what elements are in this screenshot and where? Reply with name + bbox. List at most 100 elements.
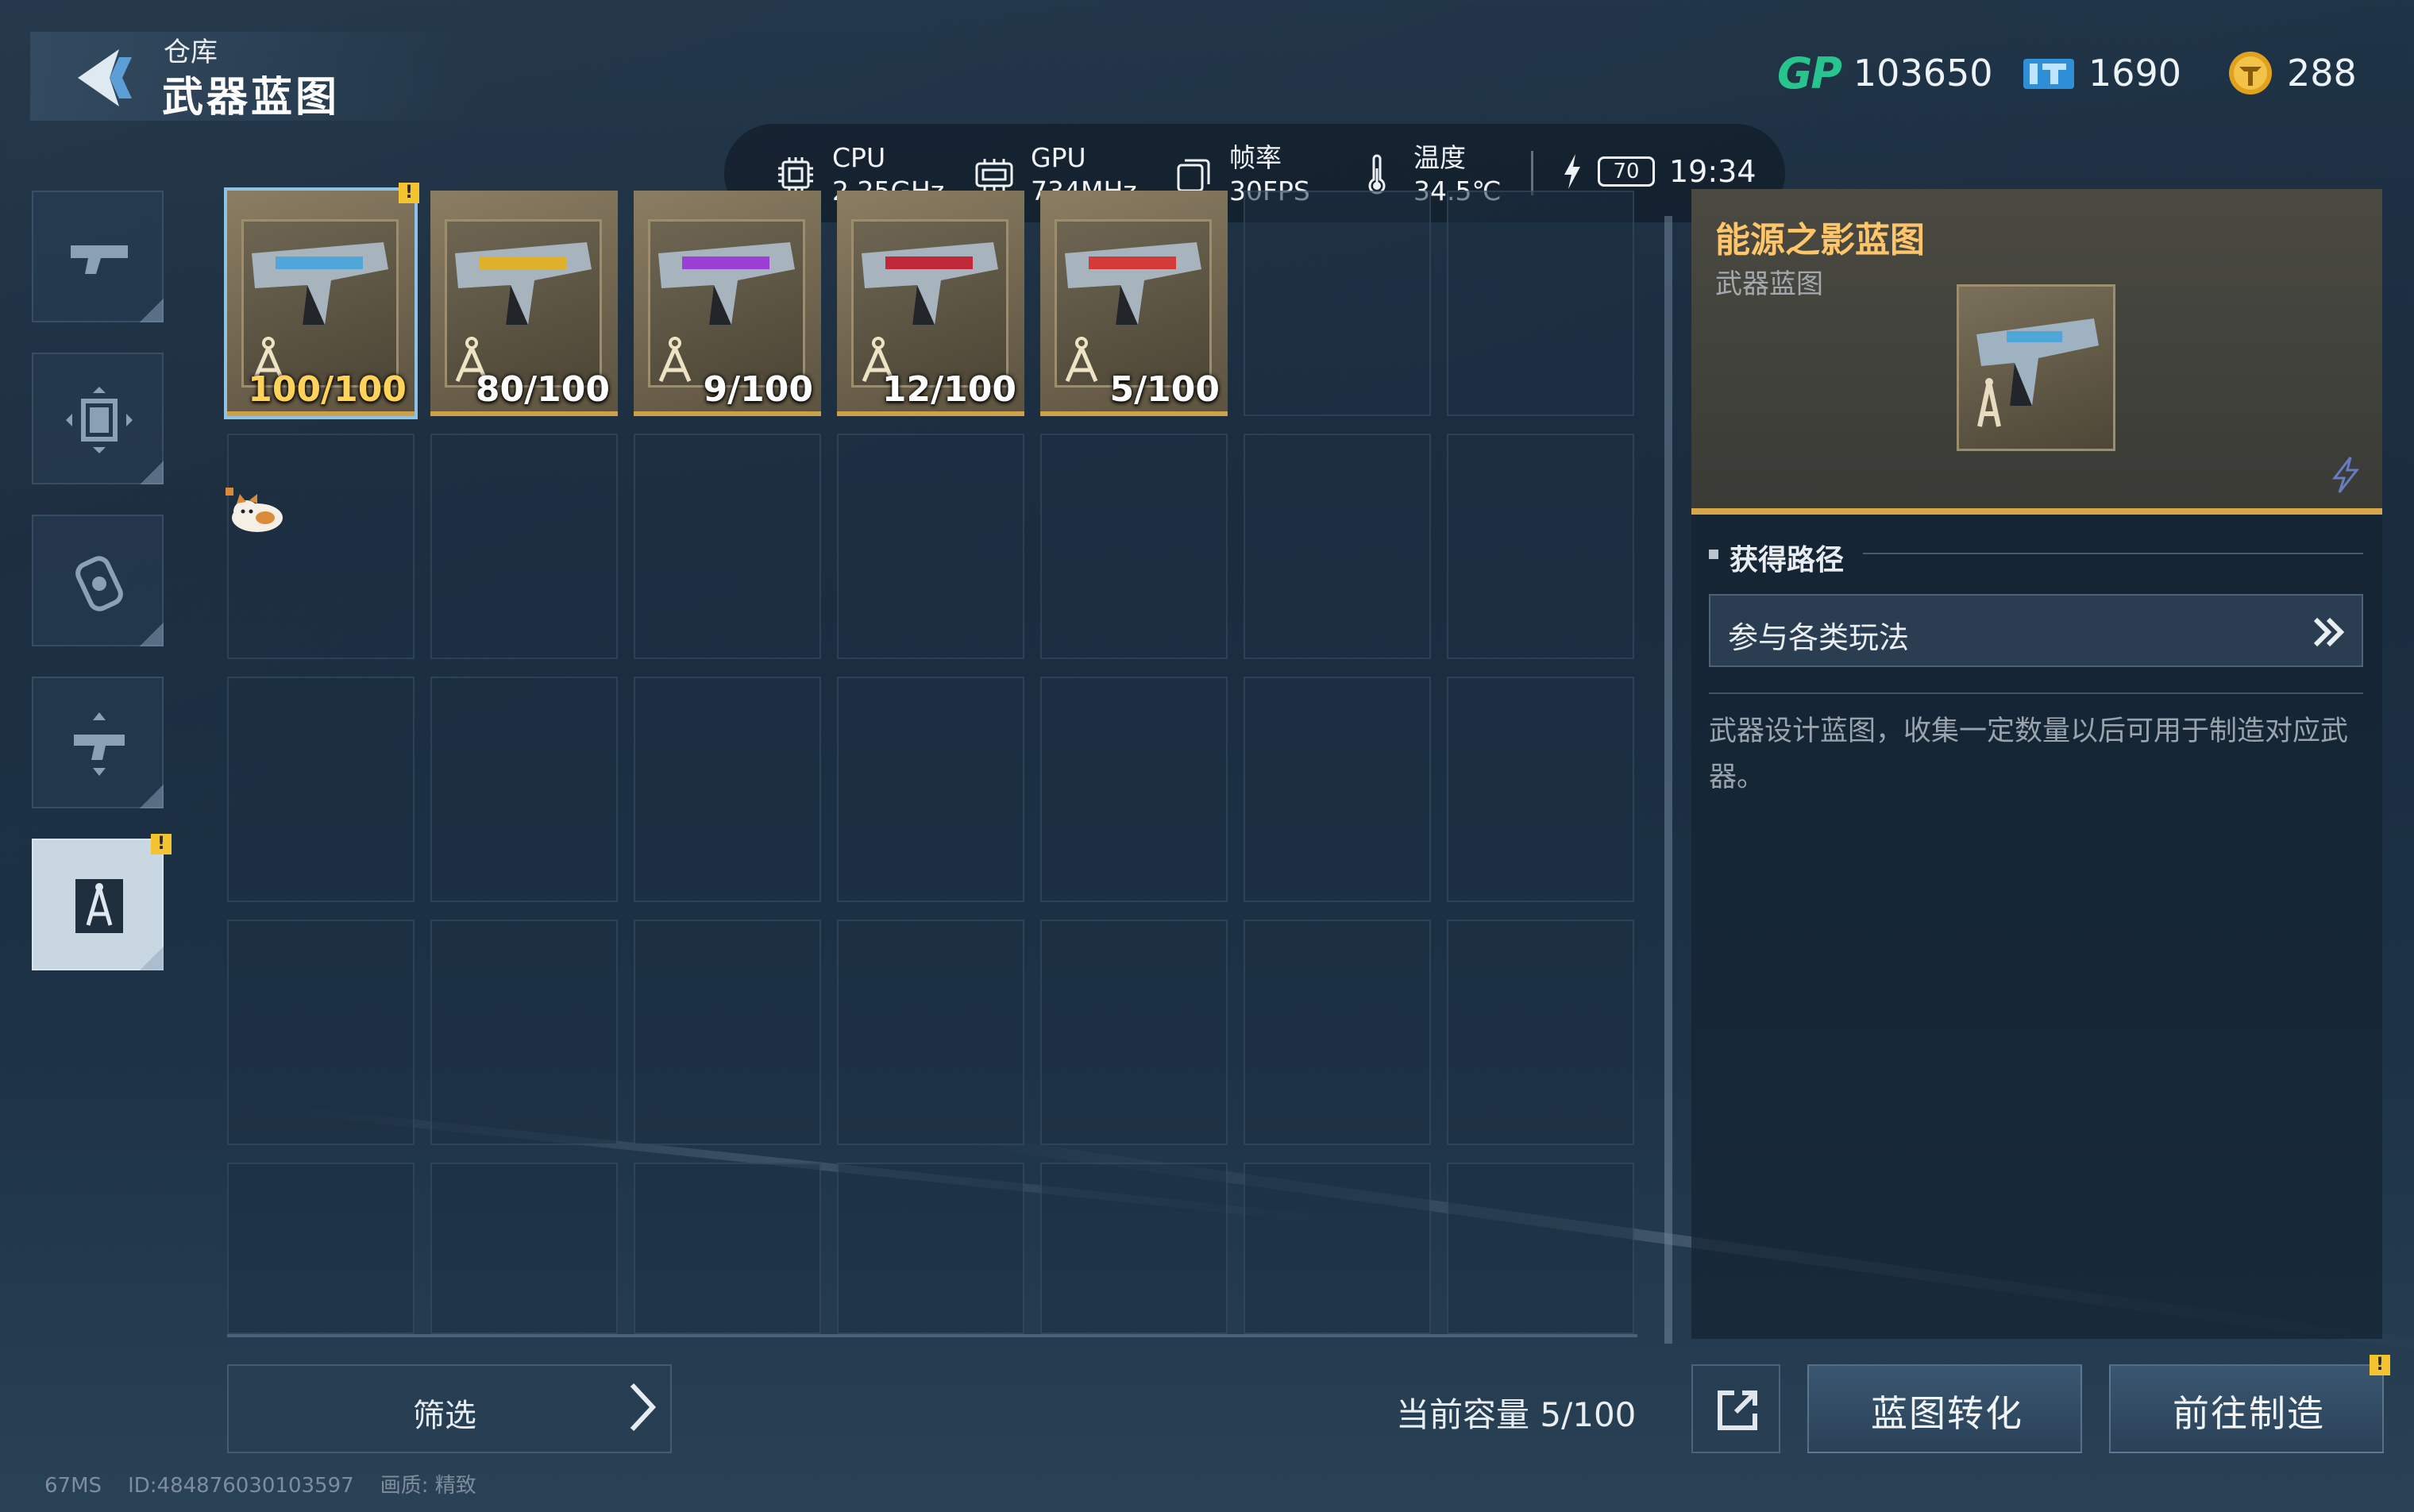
obtain-route-label: 参与各类玩法	[1728, 620, 1910, 655]
currency-ticket: 1690	[2022, 49, 2181, 97]
energy-pistol-icon	[1976, 318, 2099, 427]
blueprint-item[interactable]: 100/100!	[224, 183, 419, 419]
empty-slot	[1447, 191, 1634, 416]
empty-slot	[1447, 1163, 1634, 1334]
empty-slot	[227, 920, 415, 1145]
item-alert-badge: !	[399, 183, 419, 203]
empty-slot	[1244, 1163, 1431, 1334]
ticket-value: 1690	[2088, 52, 2182, 94]
debug-footer: 67MS ID:484876030103597 画质: 精致	[44, 1469, 476, 1498]
craft-alert-badge: !	[2370, 1355, 2390, 1375]
tab-alert-badge: !	[151, 834, 172, 854]
blueprint-compass-icon	[1065, 337, 1098, 382]
weapon-mod-icon	[74, 712, 125, 776]
empty-slot	[1447, 920, 1634, 1145]
description-divider	[1709, 692, 2363, 694]
gp-icon: GP	[1777, 48, 1842, 98]
blueprint-item[interactable]: 80/100	[430, 191, 618, 416]
cpu-label: CPU	[832, 142, 886, 173]
rarity-bar	[1040, 411, 1228, 416]
empty-slot	[634, 920, 821, 1145]
obtain-section-title: 获得路径	[1730, 544, 1845, 577]
empty-slot	[430, 1163, 618, 1334]
empty-slot	[1040, 434, 1228, 659]
item-count: 12/100	[881, 369, 1016, 410]
empty-slot	[1447, 677, 1634, 902]
grid-scrollbar[interactable]	[1664, 216, 1672, 1344]
double-chevron-icon	[2313, 617, 2345, 647]
rarity-bar	[837, 411, 1024, 416]
quality-setting: 画质: 精致	[380, 1474, 476, 1498]
back-arrow-icon[interactable]	[64, 41, 135, 113]
blueprint-compass-icon	[658, 337, 692, 382]
blueprint-item[interactable]: 9/100	[634, 191, 821, 416]
coin-value: 288	[2287, 52, 2357, 94]
chevron-right-icon	[630, 1383, 657, 1432]
player-id: ID:484876030103597	[128, 1474, 354, 1498]
cat-pet-icon	[226, 488, 283, 532]
item-count: 9/100	[703, 369, 813, 410]
rarity-bar	[227, 411, 415, 416]
rarity-bar	[430, 411, 618, 416]
empty-slot	[837, 434, 1024, 659]
capacity-text: 当前容量 5/100	[1396, 1395, 1637, 1434]
empty-slot	[1244, 920, 1431, 1145]
item-preview	[1957, 284, 2115, 451]
empty-slot	[1040, 1163, 1228, 1334]
perf-divider	[1531, 151, 1533, 195]
blueprint-item[interactable]: 5/100	[1040, 191, 1228, 416]
temp-label: 温度	[1413, 142, 1466, 173]
empty-slot	[227, 1163, 415, 1334]
tab-frames[interactable]	[32, 353, 164, 484]
currency-gp: GP 103650	[1777, 48, 1993, 98]
empty-slot	[1244, 191, 1431, 416]
item-description: 武器设计蓝图，收集一定数量以后可用于制造对应武器。	[1709, 716, 2349, 793]
pistol-icon	[71, 245, 128, 274]
tab-blueprints[interactable]: !	[32, 834, 172, 970]
tab-grenades[interactable]	[32, 515, 164, 646]
empty-slot	[430, 677, 618, 902]
empty-slot	[634, 434, 821, 659]
section-bullet	[1709, 550, 1718, 559]
export-icon	[1718, 1390, 1757, 1430]
empty-slot	[1040, 677, 1228, 902]
item-type: 武器蓝图	[1715, 268, 1823, 300]
tab-weapon-mods[interactable]	[32, 677, 164, 808]
page-title: 武器蓝图	[162, 74, 341, 122]
empty-slot	[430, 920, 618, 1145]
share-button[interactable]	[1691, 1364, 1780, 1453]
empty-slot	[1040, 920, 1228, 1145]
blueprint-icon	[75, 879, 123, 933]
battery-icon: 70	[1598, 156, 1655, 187]
rarity-bar	[634, 411, 821, 416]
currency-coin: 288	[2227, 49, 2357, 97]
latency: 67MS	[44, 1474, 102, 1498]
fps-label: 帧率	[1229, 142, 1282, 173]
empty-slot	[1244, 434, 1431, 659]
empty-slot	[837, 920, 1024, 1145]
filter-label: 筛选	[413, 1398, 476, 1434]
perf-battery-time: 70 19:34	[1561, 152, 1757, 191]
grenade-icon	[75, 556, 123, 611]
tab-pistols[interactable]	[32, 191, 164, 322]
coin-icon	[2229, 52, 2272, 94]
gpu-label: GPU	[1031, 142, 1086, 173]
empty-slot	[1447, 434, 1634, 659]
item-name: 能源之影蓝图	[1715, 220, 1925, 260]
clock-time: 19:34	[1669, 154, 1757, 189]
battery-level: 70	[1613, 160, 1640, 183]
empty-slot	[837, 677, 1024, 902]
item-count: 100/100	[248, 369, 407, 410]
empty-slot	[837, 1163, 1024, 1334]
grid-bottom-divider	[227, 1334, 1637, 1337]
empty-slot	[227, 434, 415, 659]
rarity-line	[1691, 508, 2382, 515]
blueprint-convert-label: 蓝图转化	[1871, 1392, 2023, 1435]
item-count: 5/100	[1109, 369, 1220, 410]
blueprint-item[interactable]: 12/100	[837, 191, 1024, 416]
section-divider	[1863, 553, 2363, 554]
charging-icon	[1564, 154, 1580, 189]
empty-slot	[227, 677, 415, 902]
empty-slot	[634, 677, 821, 902]
empty-slot	[634, 1163, 821, 1334]
